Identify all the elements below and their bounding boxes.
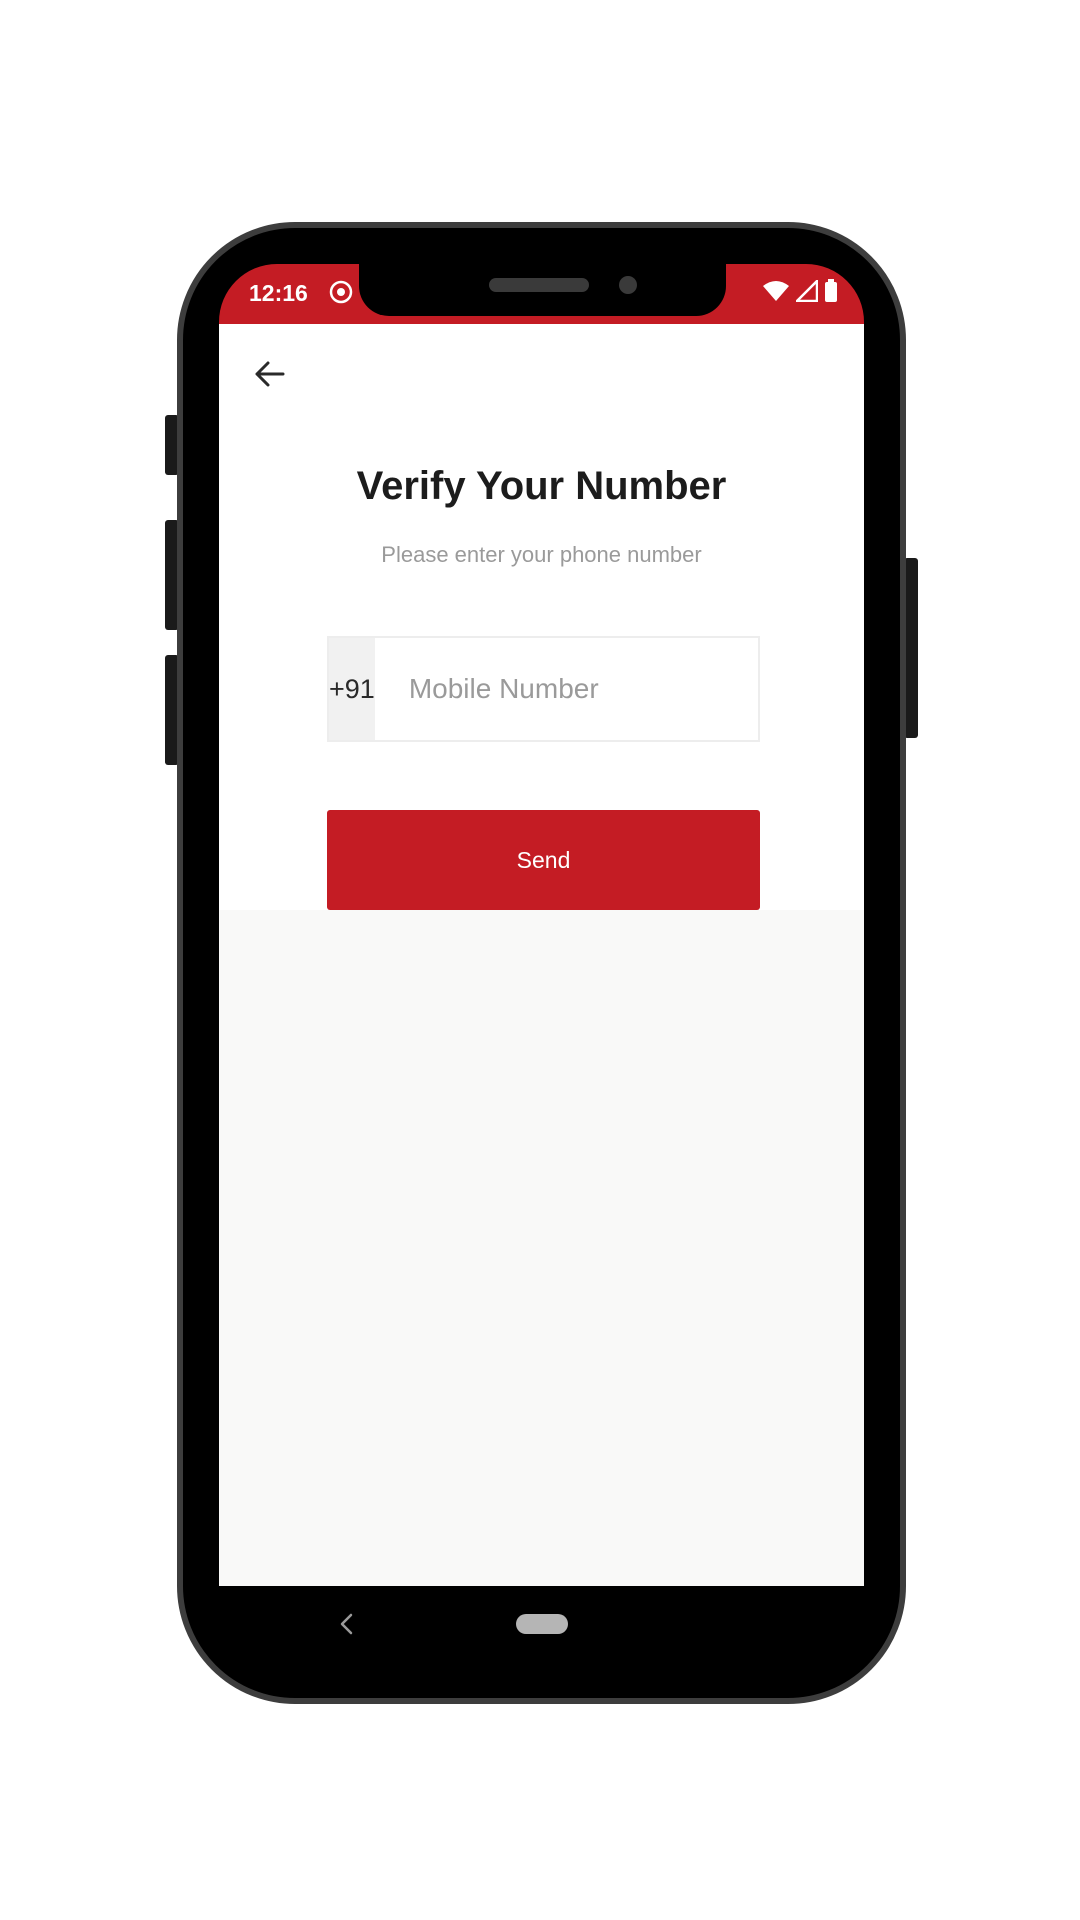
content-background <box>219 910 864 1586</box>
verify-screen: Verify Your Number Please enter your pho… <box>219 324 864 910</box>
wifi-icon <box>762 279 790 308</box>
battery-icon <box>824 278 838 308</box>
page-title: Verify Your Number <box>356 464 727 508</box>
page: 12:16 Verify Your Number Please enter yo… <box>0 0 1080 1920</box>
navigation-bar <box>219 1586 864 1662</box>
nav-home-pill-icon[interactable] <box>516 1614 568 1634</box>
page-subtitle: Please enter your phone number <box>381 542 702 567</box>
phone-frame: 12:16 Verify Your Number Please enter yo… <box>177 222 906 1704</box>
front-camera <box>619 276 637 294</box>
app-notification-icon <box>329 280 353 304</box>
country-code[interactable]: +91 <box>329 638 375 740</box>
signal-icon <box>793 277 819 307</box>
arrow-left-icon[interactable] <box>249 354 289 394</box>
phone-power-button <box>904 558 918 738</box>
mobile-number-input[interactable] <box>374 638 772 740</box>
speaker-grille <box>489 278 589 292</box>
status-time: 12:16 <box>249 280 308 306</box>
nav-back-icon[interactable] <box>331 1606 361 1642</box>
status-icons <box>762 277 838 308</box>
phone-number-field: +91 <box>327 636 772 742</box>
phone-screen: 12:16 Verify Your Number Please enter yo… <box>219 264 864 1662</box>
send-button[interactable]: Send <box>327 810 760 910</box>
